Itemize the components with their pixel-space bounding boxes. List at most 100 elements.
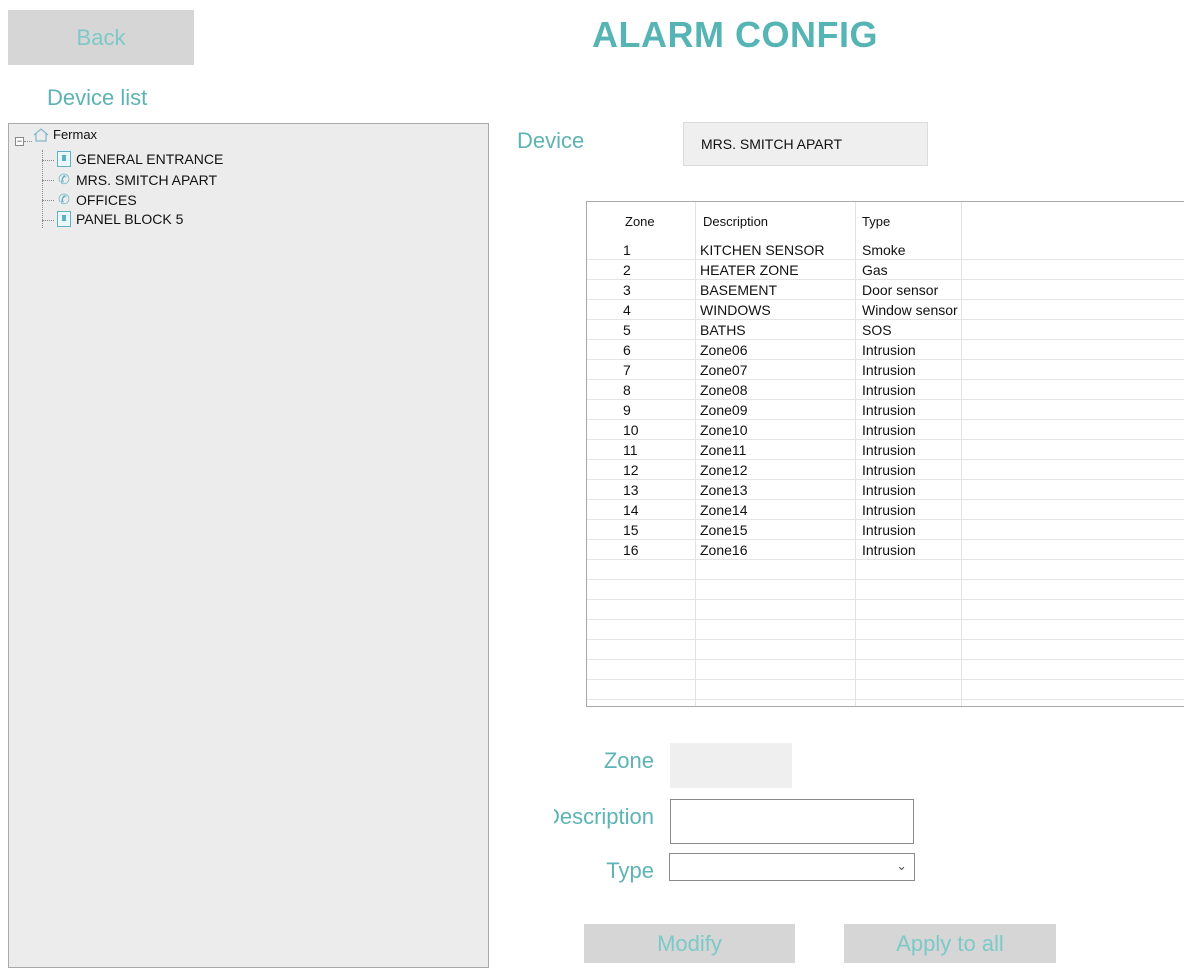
cell-type: Intrusion [862,522,916,538]
cell-zone: 2 [623,262,631,278]
cell-description: Zone12 [700,462,748,478]
cell-description: Zone14 [700,502,748,518]
tree-item-label: GENERAL ENTRANCE [76,151,224,167]
cell-type: Intrusion [862,542,916,558]
table-row[interactable]: 13 Zone13 Intrusion [587,480,1184,500]
cell-zone: 4 [623,302,631,318]
table-row[interactable]: 16 Zone16 Intrusion [587,540,1184,560]
cell-description: Zone11 [700,442,747,458]
cell-type: Gas [862,262,888,278]
apply-to-all-button[interactable]: Apply to all [844,924,1056,963]
cell-zone: 14 [623,502,639,518]
table-row[interactable] [587,620,1184,640]
device-list-label: Device list [47,85,148,110]
device-value-field: MRS. SMITCH APART [683,122,928,166]
cell-type: SOS [862,322,892,338]
cell-zone: 13 [623,482,639,498]
cell-zone: 10 [623,422,639,438]
table-row[interactable] [587,660,1184,680]
table-row[interactable] [587,580,1184,600]
description-label: Description [554,804,654,829]
tree-item-label: OFFICES [76,191,137,208]
tree-item-label: MRS. SMITCH APART [76,171,218,188]
cell-type: Intrusion [862,462,916,478]
cell-type: Intrusion [862,402,916,418]
tree-root-label: Fermax [53,127,98,142]
type-label: Type [606,858,654,883]
tree-item-offices[interactable]: ✆ OFFICES [57,191,137,208]
cell-description: Zone06 [700,342,748,358]
tree-item-panel-block-5[interactable]: PANEL BLOCK 5 [57,211,183,227]
table-row[interactable]: 15 Zone15 Intrusion [587,520,1184,540]
back-button[interactable]: Back [8,10,194,65]
table-row[interactable]: 12 Zone12 Intrusion [587,460,1184,480]
cell-type: Intrusion [862,342,916,358]
cell-zone: 8 [623,382,631,398]
table-row[interactable]: 3 BASEMENT Door sensor [587,280,1184,300]
cell-description: Zone09 [700,402,748,418]
device-tree[interactable]: − Fermax GENERAL ENTRANCE ✆ MRS. SMITCH … [8,123,489,968]
table-row[interactable] [587,640,1184,660]
panel-icon [57,151,71,167]
tree-root-fermax[interactable]: Fermax [33,127,97,142]
cell-description: Zone13 [700,482,748,498]
cell-description: Zone16 [700,542,748,558]
cell-description: KITCHEN SENSOR [700,242,825,258]
table-row[interactable] [587,560,1184,580]
phone-icon: ✆ [58,171,70,187]
column-header-zone[interactable]: Zone [625,214,655,229]
cell-zone: 12 [623,462,639,478]
table-row[interactable] [587,680,1184,700]
cell-type: Intrusion [862,422,916,438]
zone-field[interactable] [670,743,792,788]
column-header-description[interactable]: Description [703,214,768,229]
table-row[interactable]: 1 KITCHEN SENSOR Smoke [587,240,1184,260]
cell-zone: 7 [623,362,631,378]
cell-zone: 16 [623,542,639,558]
cell-zone: 3 [623,282,631,298]
cell-zone: 15 [623,522,639,538]
cell-type: Intrusion [862,362,916,378]
cell-description: BASEMENT [700,282,778,298]
table-row[interactable]: 4 WINDOWS Window sensor [587,300,1184,320]
table-row[interactable]: 7 Zone07 Intrusion [587,360,1184,380]
collapse-icon[interactable]: − [15,137,24,146]
table-row[interactable]: 11 Zone11 Intrusion [587,440,1184,460]
zone-table[interactable]: Zone Description Type 1 KITCHEN SENSOR Smo… [586,201,1184,707]
tree-item-general-entrance[interactable]: GENERAL ENTRANCE [57,151,223,167]
cell-type: Intrusion [862,442,916,458]
table-row[interactable]: 5 BATHS SOS [587,320,1184,340]
cell-zone: 9 [623,402,631,418]
panel-icon [57,211,71,227]
table-row[interactable]: 10 Zone10 Intrusion [587,420,1184,440]
table-row[interactable] [587,600,1184,620]
table-row[interactable]: 6 Zone06 Intrusion [587,340,1184,360]
column-header-type[interactable]: Type [862,214,890,229]
table-row[interactable]: 14 Zone14 Intrusion [587,500,1184,520]
tree-item-label: PANEL BLOCK 5 [76,211,184,227]
cell-description: Zone08 [700,382,748,398]
table-row[interactable]: 2 HEATER ZONE Gas [587,260,1184,280]
cell-type: Intrusion [862,382,916,398]
table-row[interactable]: 8 Zone08 Intrusion [587,380,1184,400]
cell-description: HEATER ZONE [700,262,799,278]
cell-type: Door sensor [862,282,939,298]
cell-type: Smoke [862,242,906,258]
device-label: Device [517,128,585,153]
table-row[interactable]: 9 Zone09 Intrusion [587,400,1184,420]
chevron-down-icon: ⌄ [896,858,907,873]
cell-description: Zone15 [700,522,748,538]
cell-type: Intrusion [862,482,916,498]
page-title: ALARM CONFIG [592,14,878,55]
cell-type: Intrusion [862,502,916,518]
modify-button[interactable]: Modify [584,924,795,963]
description-input[interactable] [670,799,914,844]
phone-icon: ✆ [58,191,70,207]
cell-description: WINDOWS [700,302,771,318]
cell-type: Window sensor [862,302,958,318]
tree-item-mrs-smitch-apart[interactable]: ✆ MRS. SMITCH APART [57,171,217,188]
type-select[interactable]: ⌄ [669,853,915,881]
home-icon [33,127,49,142]
cell-description: Zone10 [700,422,748,438]
cell-zone: 11 [623,442,638,458]
